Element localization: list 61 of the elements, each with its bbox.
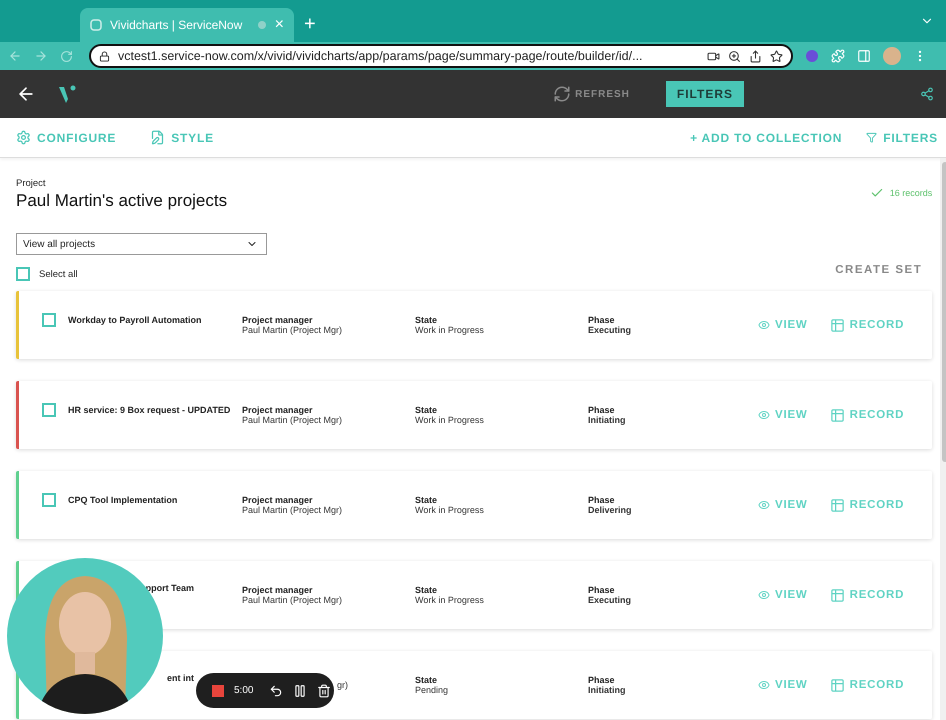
- manager-value: Paul Martin (Project Mgr): [242, 415, 342, 425]
- view-button[interactable]: VIEW: [758, 409, 808, 421]
- project-name: HR service: 9 Box request - UPDATED: [68, 405, 230, 415]
- state-label: State: [415, 405, 438, 415]
- manager-value: Paul Martin (Project Mgr): [242, 505, 342, 515]
- phase-label: Phase: [588, 315, 615, 325]
- manager-label: Project manager: [242, 495, 313, 505]
- url-text: vctest1.service-now.com/x/vivid/vividcharts/app/params/page/summary-page/route/builder/id/...: [118, 49, 644, 63]
- state-label: State: [415, 315, 438, 325]
- address-bar[interactable]: vctest1.service-now.com/x/vivid/vividcharts/app/params/page/summary-page/route/builder/id/...: [89, 44, 793, 68]
- state-label: State: [415, 585, 438, 595]
- browser-tab[interactable]: Vividcharts | ServiceNow ×: [80, 8, 294, 42]
- state-value: Work in Progress: [415, 325, 484, 335]
- manager-value: gr): [337, 680, 348, 690]
- phase-value: Delivering: [588, 505, 632, 515]
- view-button[interactable]: VIEW: [758, 499, 808, 511]
- manager-value: Paul Martin (Project Mgr): [242, 595, 342, 605]
- phase-label: Phase: [588, 675, 615, 685]
- page-title: Paul Martin's active projects: [16, 191, 228, 211]
- manager-value: Paul Martin (Project Mgr): [242, 325, 342, 335]
- record-button[interactable]: RECORD: [830, 408, 904, 422]
- record-button[interactable]: RECORD: [830, 498, 904, 512]
- style-button[interactable]: STYLE: [150, 130, 214, 145]
- phase-label: Phase: [588, 495, 615, 505]
- state-value: Work in Progress: [415, 505, 484, 515]
- state-value: Pending: [415, 685, 448, 695]
- recording-time: 5:00: [234, 685, 254, 696]
- record-button[interactable]: RECORD: [830, 588, 904, 602]
- project-name: Workday to Payroll Automation: [68, 315, 202, 325]
- projects-dropdown[interactable]: View all projects: [16, 233, 267, 255]
- section-label: Project: [16, 178, 47, 189]
- add-to-collection-button[interactable]: + ADD TO COLLECTION: [690, 130, 842, 144]
- filters-button[interactable]: FILTERS: [666, 81, 744, 107]
- state-value: Work in Progress: [415, 595, 484, 605]
- select-all-label: Select all: [39, 268, 78, 280]
- record-button[interactable]: RECORD: [830, 678, 904, 692]
- phase-value: Executing: [588, 595, 632, 605]
- new-tab-button[interactable]: +: [304, 14, 316, 34]
- state-label: State: [415, 675, 438, 685]
- manager-label: Project manager: [242, 585, 313, 595]
- view-button[interactable]: VIEW: [758, 319, 808, 331]
- manager-label: Project manager: [242, 315, 313, 325]
- view-button[interactable]: VIEW: [758, 589, 808, 601]
- project-name: CPQ Tool Implementation: [68, 495, 178, 505]
- create-set-button[interactable]: CREATE SET: [829, 263, 928, 277]
- manager-label: Project manager: [242, 405, 313, 415]
- view-button[interactable]: VIEW: [758, 679, 808, 691]
- phase-value: Initiating: [588, 685, 626, 695]
- phase-label: Phase: [588, 405, 615, 415]
- tab-title: Vividcharts | ServiceNow: [110, 18, 244, 32]
- filters-button[interactable]: FILTERS: [866, 130, 938, 144]
- state-value: Work in Progress: [415, 415, 484, 425]
- state-label: State: [415, 495, 438, 505]
- records-count: 16 records: [870, 186, 932, 200]
- record-button[interactable]: RECORD: [830, 318, 904, 332]
- phase-value: Executing: [588, 325, 632, 335]
- configure-button[interactable]: CONFIGURE: [16, 130, 116, 145]
- phase-label: Phase: [588, 585, 615, 595]
- project-name: ent int: [167, 673, 194, 683]
- tab-close-button[interactable]: ×: [274, 17, 284, 33]
- phase-value: Initiating: [588, 415, 626, 425]
